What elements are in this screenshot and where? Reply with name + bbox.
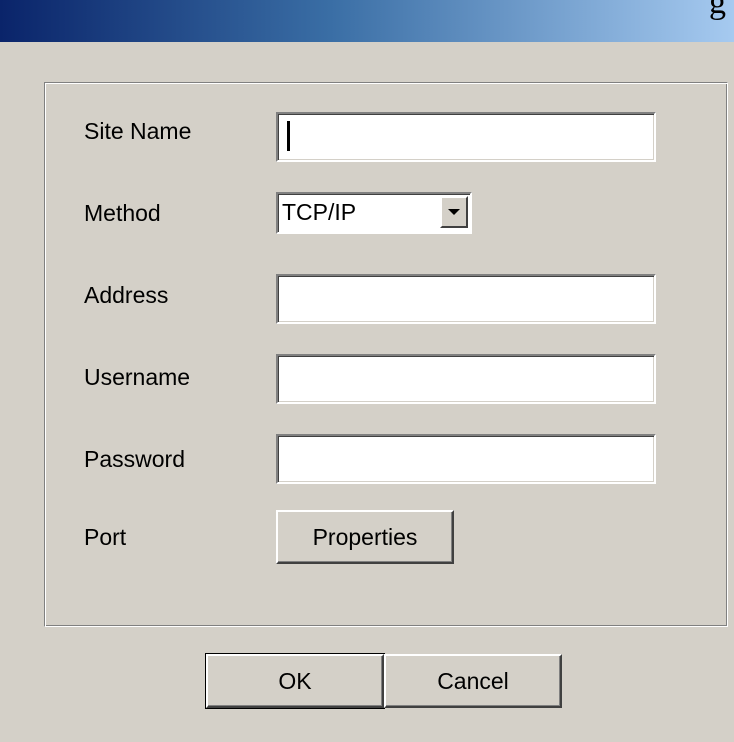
method-selected-value: TCP/IP — [282, 199, 357, 225]
title-bar[interactable]: g — [0, 0, 734, 42]
username-label: Username — [84, 364, 191, 390]
chevron-down-icon — [448, 209, 460, 215]
username-input[interactable] — [276, 354, 656, 404]
ok-button[interactable]: OK — [205, 653, 385, 709]
port-properties-button[interactable]: Properties — [276, 510, 454, 564]
password-input[interactable] — [276, 434, 656, 484]
port-label: Port — [84, 524, 127, 550]
cancel-button[interactable]: Cancel — [384, 654, 562, 708]
text-caret — [287, 121, 290, 151]
site-name-label: Site Name — [84, 118, 192, 144]
method-dropdown-button[interactable] — [440, 196, 468, 228]
site-name-input[interactable] — [276, 112, 656, 162]
window-title: g — [709, 0, 726, 21]
address-label: Address — [84, 282, 169, 308]
method-select[interactable]: TCP/IP — [276, 192, 472, 234]
method-label: Method — [84, 200, 161, 226]
password-label: Password — [84, 446, 185, 472]
address-input[interactable] — [276, 274, 656, 324]
